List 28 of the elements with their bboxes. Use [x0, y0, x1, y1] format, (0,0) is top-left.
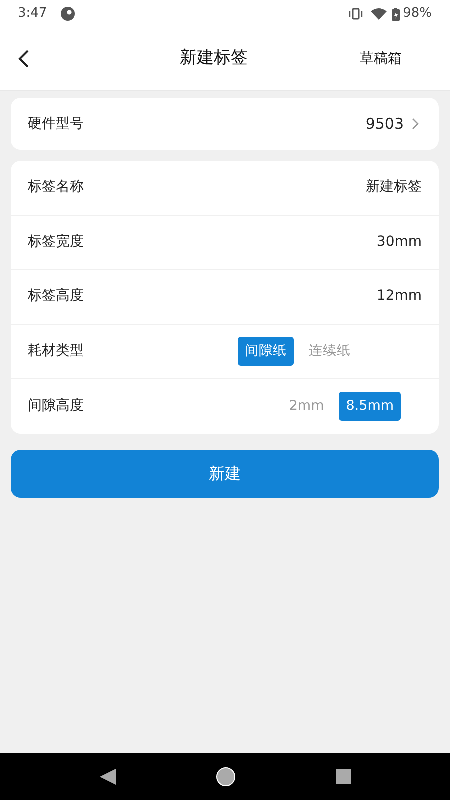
vibrate-icon: [349, 8, 364, 20]
wifi-icon: [371, 8, 388, 20]
battery-level: 98%: [403, 5, 432, 24]
field-value: 12mm: [376, 287, 422, 306]
drafts-link[interactable]: 草稿箱: [360, 48, 402, 70]
create-button[interactable]: 新建: [11, 450, 439, 498]
hardware-card[interactable]: 硬件型号 9503: [11, 98, 439, 150]
field-value: 9503: [366, 114, 404, 135]
option-chip[interactable]: 连续纸: [302, 336, 358, 366]
option-chip[interactable]: 2mm: [282, 392, 332, 421]
page-title: 新建标签: [179, 47, 249, 70]
field-value: 30mm: [376, 232, 422, 252]
notification-icon: [61, 7, 76, 21]
field-value: 新建标签: [366, 178, 422, 198]
field-label: 间隙高度: [28, 396, 85, 416]
option-chip[interactable]: 间隙纸: [238, 336, 294, 366]
field-label: 标签高度: [28, 287, 85, 306]
field-label: 耗材类型: [28, 342, 85, 361]
battery-icon: [392, 8, 400, 20]
home-nav-icon[interactable]: [216, 766, 236, 786]
recents-nav-icon[interactable]: [336, 769, 350, 784]
status-time: 3:47: [18, 5, 48, 24]
field-label: 硬件型号: [28, 114, 85, 134]
field-label: 标签宽度: [28, 232, 85, 252]
field-label: 标签名称: [28, 178, 85, 198]
chevron-right-icon: [412, 118, 419, 130]
option-chip[interactable]: 8.5mm: [339, 392, 401, 421]
back-nav-icon[interactable]: [100, 768, 116, 784]
